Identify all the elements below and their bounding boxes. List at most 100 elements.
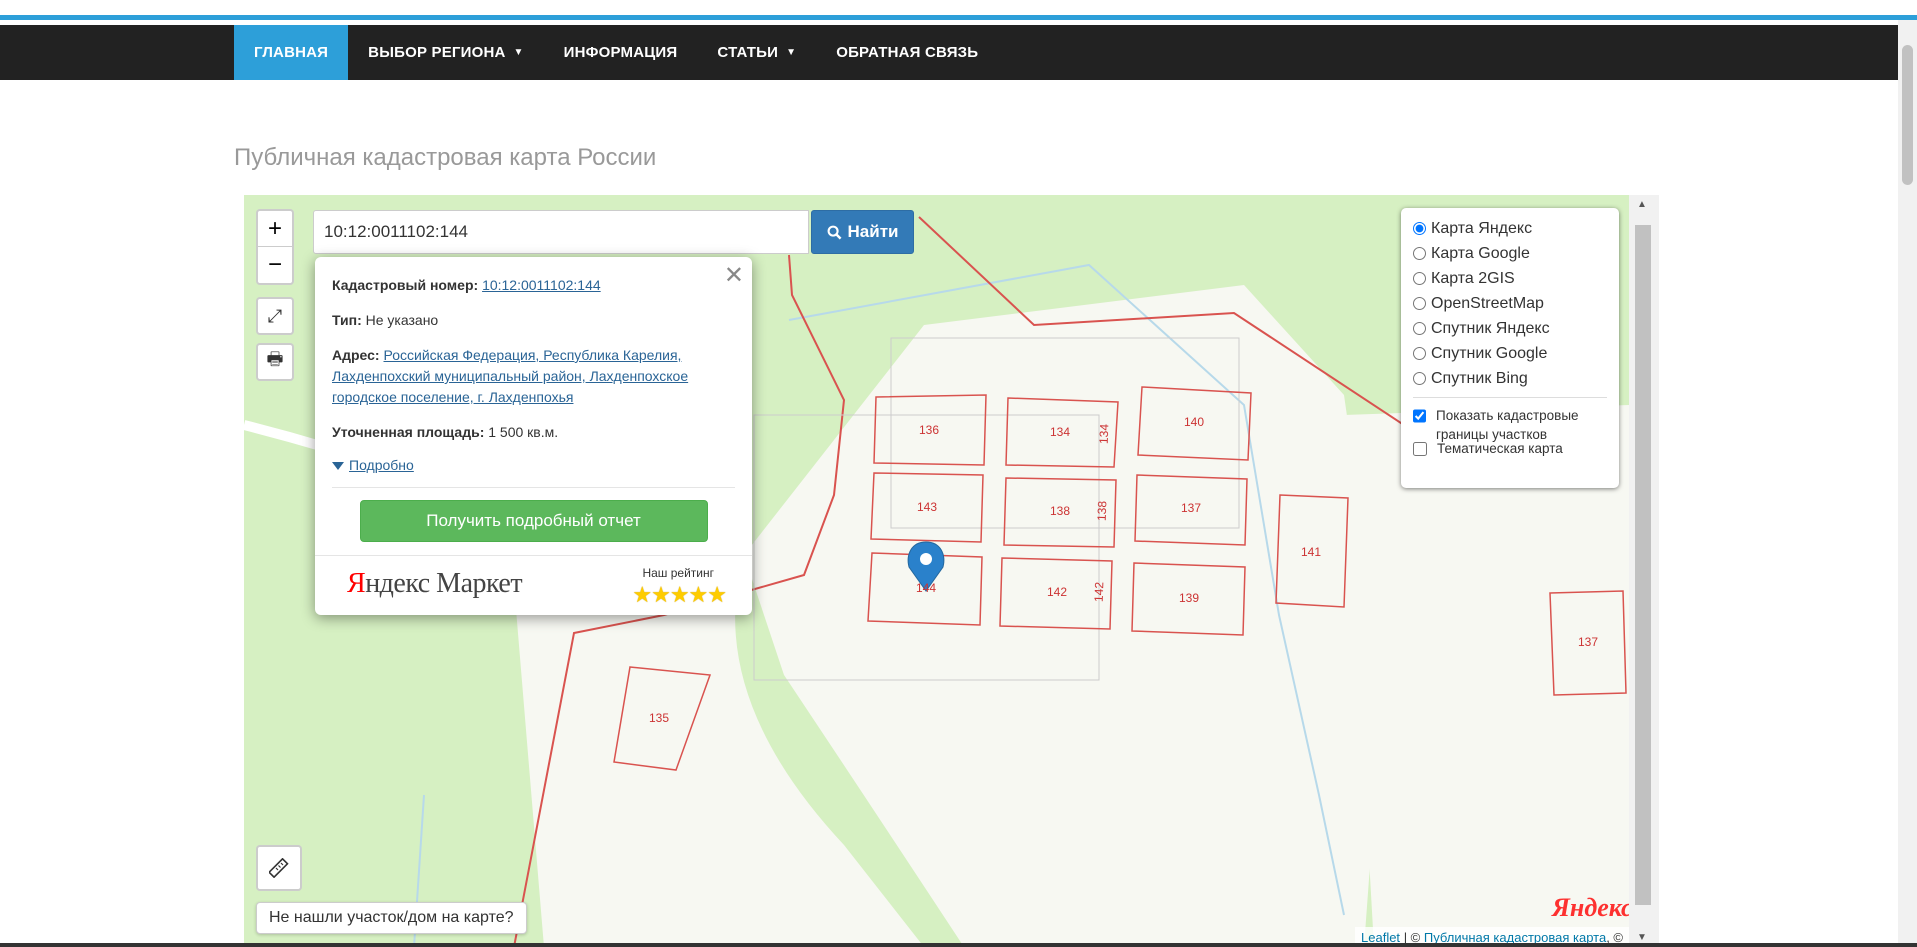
nav-item-articles[interactable]: СТАТЬИ ▼ (697, 25, 816, 80)
taskbar-edge (0, 943, 1917, 947)
search-button[interactable]: Найти (811, 210, 914, 254)
cadastral-label: Кадастровый номер: (332, 277, 479, 293)
parcel-label: 135 (649, 711, 670, 725)
layer-option-2gis-map[interactable]: Карта 2GIS (1413, 266, 1607, 291)
parcel-label: 142 (1091, 581, 1107, 603)
logo-letter: Я (1552, 893, 1570, 922)
divider (332, 487, 735, 488)
nav-item-region[interactable]: ВЫБОР РЕГИОНА ▼ (348, 25, 543, 80)
parcel-label: 137 (1181, 501, 1202, 515)
layer-radio[interactable] (1413, 347, 1426, 360)
area-value: 1 500 кв.м. (488, 424, 559, 440)
not-found-button[interactable]: Не нашли участок/дом на карте? (256, 902, 527, 934)
nav-item-info[interactable]: ИНФОРМАЦИЯ (544, 25, 698, 80)
more-toggle[interactable]: Подробно (332, 457, 735, 473)
parcel-label: 143 (917, 500, 938, 514)
logo-text: ндекс Маркет (365, 568, 523, 599)
show-borders-toggle[interactable]: Показать кадастровые границы участков (1413, 406, 1607, 442)
layer-option-google-map[interactable]: Карта Google (1413, 241, 1607, 266)
layer-label: Спутник Bing (1431, 369, 1528, 387)
logo-text: ндекс (1569, 893, 1629, 922)
search-input[interactable] (313, 210, 809, 254)
layer-option-google-satellite[interactable]: Спутник Google (1413, 341, 1607, 366)
address-label: Адрес: (332, 347, 380, 363)
layer-radio[interactable] (1413, 247, 1426, 260)
layer-label: Спутник Яндекс (1431, 319, 1550, 337)
nav-menu: ГЛАВНАЯ ВЫБОР РЕГИОНА ▼ ИНФОРМАЦИЯ СТАТЬИ… (234, 25, 998, 80)
zoom-control: + − (256, 209, 294, 285)
map-container[interactable]: 136 134 134 140 143 138 138 137 141 144 … (244, 195, 1629, 947)
navbar: ГЛАВНАЯ ВЫБОР РЕГИОНА ▼ ИНФОРМАЦИЯ СТАТЬИ… (0, 25, 1898, 80)
measure-button[interactable] (256, 845, 302, 891)
cadastral-link[interactable]: 10:12:0011102:144 (482, 277, 601, 293)
yandex-market-banner[interactable]: Яндекс Маркет Наш рейтинг ★★★★★ (315, 555, 752, 615)
parcel-label: 134 (1050, 425, 1071, 439)
rating-label: Наш рейтинг (642, 566, 714, 580)
address-link[interactable]: Российская Федерация, Республика Карелия… (332, 347, 688, 405)
popup-address-row: Адрес: Российская Федерация, Республика … (332, 345, 735, 408)
area-label: Уточненная площадь: (332, 424, 485, 440)
scroll-up-icon[interactable]: ▲ (1637, 199, 1647, 210)
nav-item-home[interactable]: ГЛАВНАЯ (234, 25, 349, 80)
layer-option-osm[interactable]: OpenStreetMap (1413, 291, 1607, 316)
parcel-label: 138 (1094, 500, 1110, 522)
layer-label: OpenStreetMap (1431, 294, 1544, 312)
thematic-map-label: Тематическая карта (1437, 441, 1563, 456)
road (244, 420, 326, 452)
nav-item-label: ИНФОРМАЦИЯ (563, 44, 678, 61)
thematic-map-checkbox[interactable] (1413, 442, 1427, 456)
parcel-label: 140 (1184, 415, 1205, 429)
page-title: Публичная кадастровая карта России (234, 144, 657, 171)
layer-label: Карта 2GIS (1431, 269, 1515, 287)
layer-option-bing-satellite[interactable]: Спутник Bing (1413, 366, 1607, 391)
layer-radio[interactable] (1413, 297, 1426, 310)
map-marker-dot (920, 553, 932, 565)
layers-control: Карта Яндекс Карта Google Карта 2GIS Ope… (1401, 208, 1619, 488)
parcel-popup: ✕ Кадастровый номер: 10:12:0011102:144 Т… (315, 257, 752, 615)
more-link[interactable]: Подробно (349, 457, 414, 473)
search-bar: Найти (313, 210, 914, 254)
layer-radio[interactable] (1413, 372, 1426, 385)
nav-item-label: ОБРАТНАЯ СВЯЗЬ (836, 44, 979, 61)
zoom-out-button[interactable]: − (258, 247, 292, 283)
popup-area-row: Уточненная площадь: 1 500 кв.м. (332, 422, 735, 443)
yandex-market-logo: Яндекс Маркет (347, 568, 523, 600)
layer-option-yandex-map[interactable]: Карта Яндекс (1413, 216, 1607, 241)
nav-item-feedback[interactable]: ОБРАТНАЯ СВЯЗЬ (816, 25, 998, 80)
parcel-label: 144 (916, 581, 937, 595)
nav-item-label: СТАТЬИ (717, 44, 779, 61)
search-button-label: Найти (847, 222, 899, 241)
fullscreen-button[interactable]: ⤢ (256, 297, 294, 335)
chevron-down-icon: ▼ (513, 47, 524, 58)
show-borders-checkbox[interactable] (1413, 409, 1426, 423)
rating-stars: ★★★★★ (632, 582, 727, 607)
parcel-label: 138 (1050, 504, 1071, 518)
logo-letter: Я (347, 568, 366, 599)
yandex-logo: Яндекс (1552, 893, 1629, 923)
chevron-down-icon: ▼ (786, 47, 797, 58)
map-scrollbar[interactable]: ▲ ▼ (1629, 195, 1659, 947)
map-scrollbar-thumb[interactable] (1635, 225, 1651, 905)
layers-divider (1413, 397, 1607, 398)
top-accent-line (0, 0, 1917, 20)
nav-item-label: ВЫБОР РЕГИОНА (368, 44, 506, 61)
parcel-label: 137 (1578, 635, 1599, 649)
get-report-button[interactable]: Получить подробный отчет (359, 500, 708, 542)
layer-radio[interactable] (1413, 322, 1426, 335)
fullscreen-icon: ⤢ (267, 305, 283, 326)
layer-option-yandex-satellite[interactable]: Спутник Яндекс (1413, 316, 1607, 341)
ruler-icon (269, 858, 289, 878)
parcel-label: 141 (1301, 545, 1322, 559)
layer-radio[interactable] (1413, 272, 1426, 285)
print-button[interactable]: 🖶 (256, 343, 294, 381)
layer-radio[interactable] (1413, 222, 1426, 235)
layer-label: Карта Google (1431, 244, 1530, 262)
close-icon[interactable]: ✕ (724, 261, 744, 290)
scroll-down-icon[interactable]: ▼ (1637, 932, 1647, 943)
page-scrollbar[interactable] (1898, 20, 1917, 947)
parcel-label: 134 (1096, 423, 1112, 445)
parcel-label: 142 (1047, 585, 1068, 599)
parcel-label: 136 (919, 423, 940, 437)
zoom-in-button[interactable]: + (258, 211, 292, 247)
page-scrollbar-thumb[interactable] (1902, 45, 1913, 185)
